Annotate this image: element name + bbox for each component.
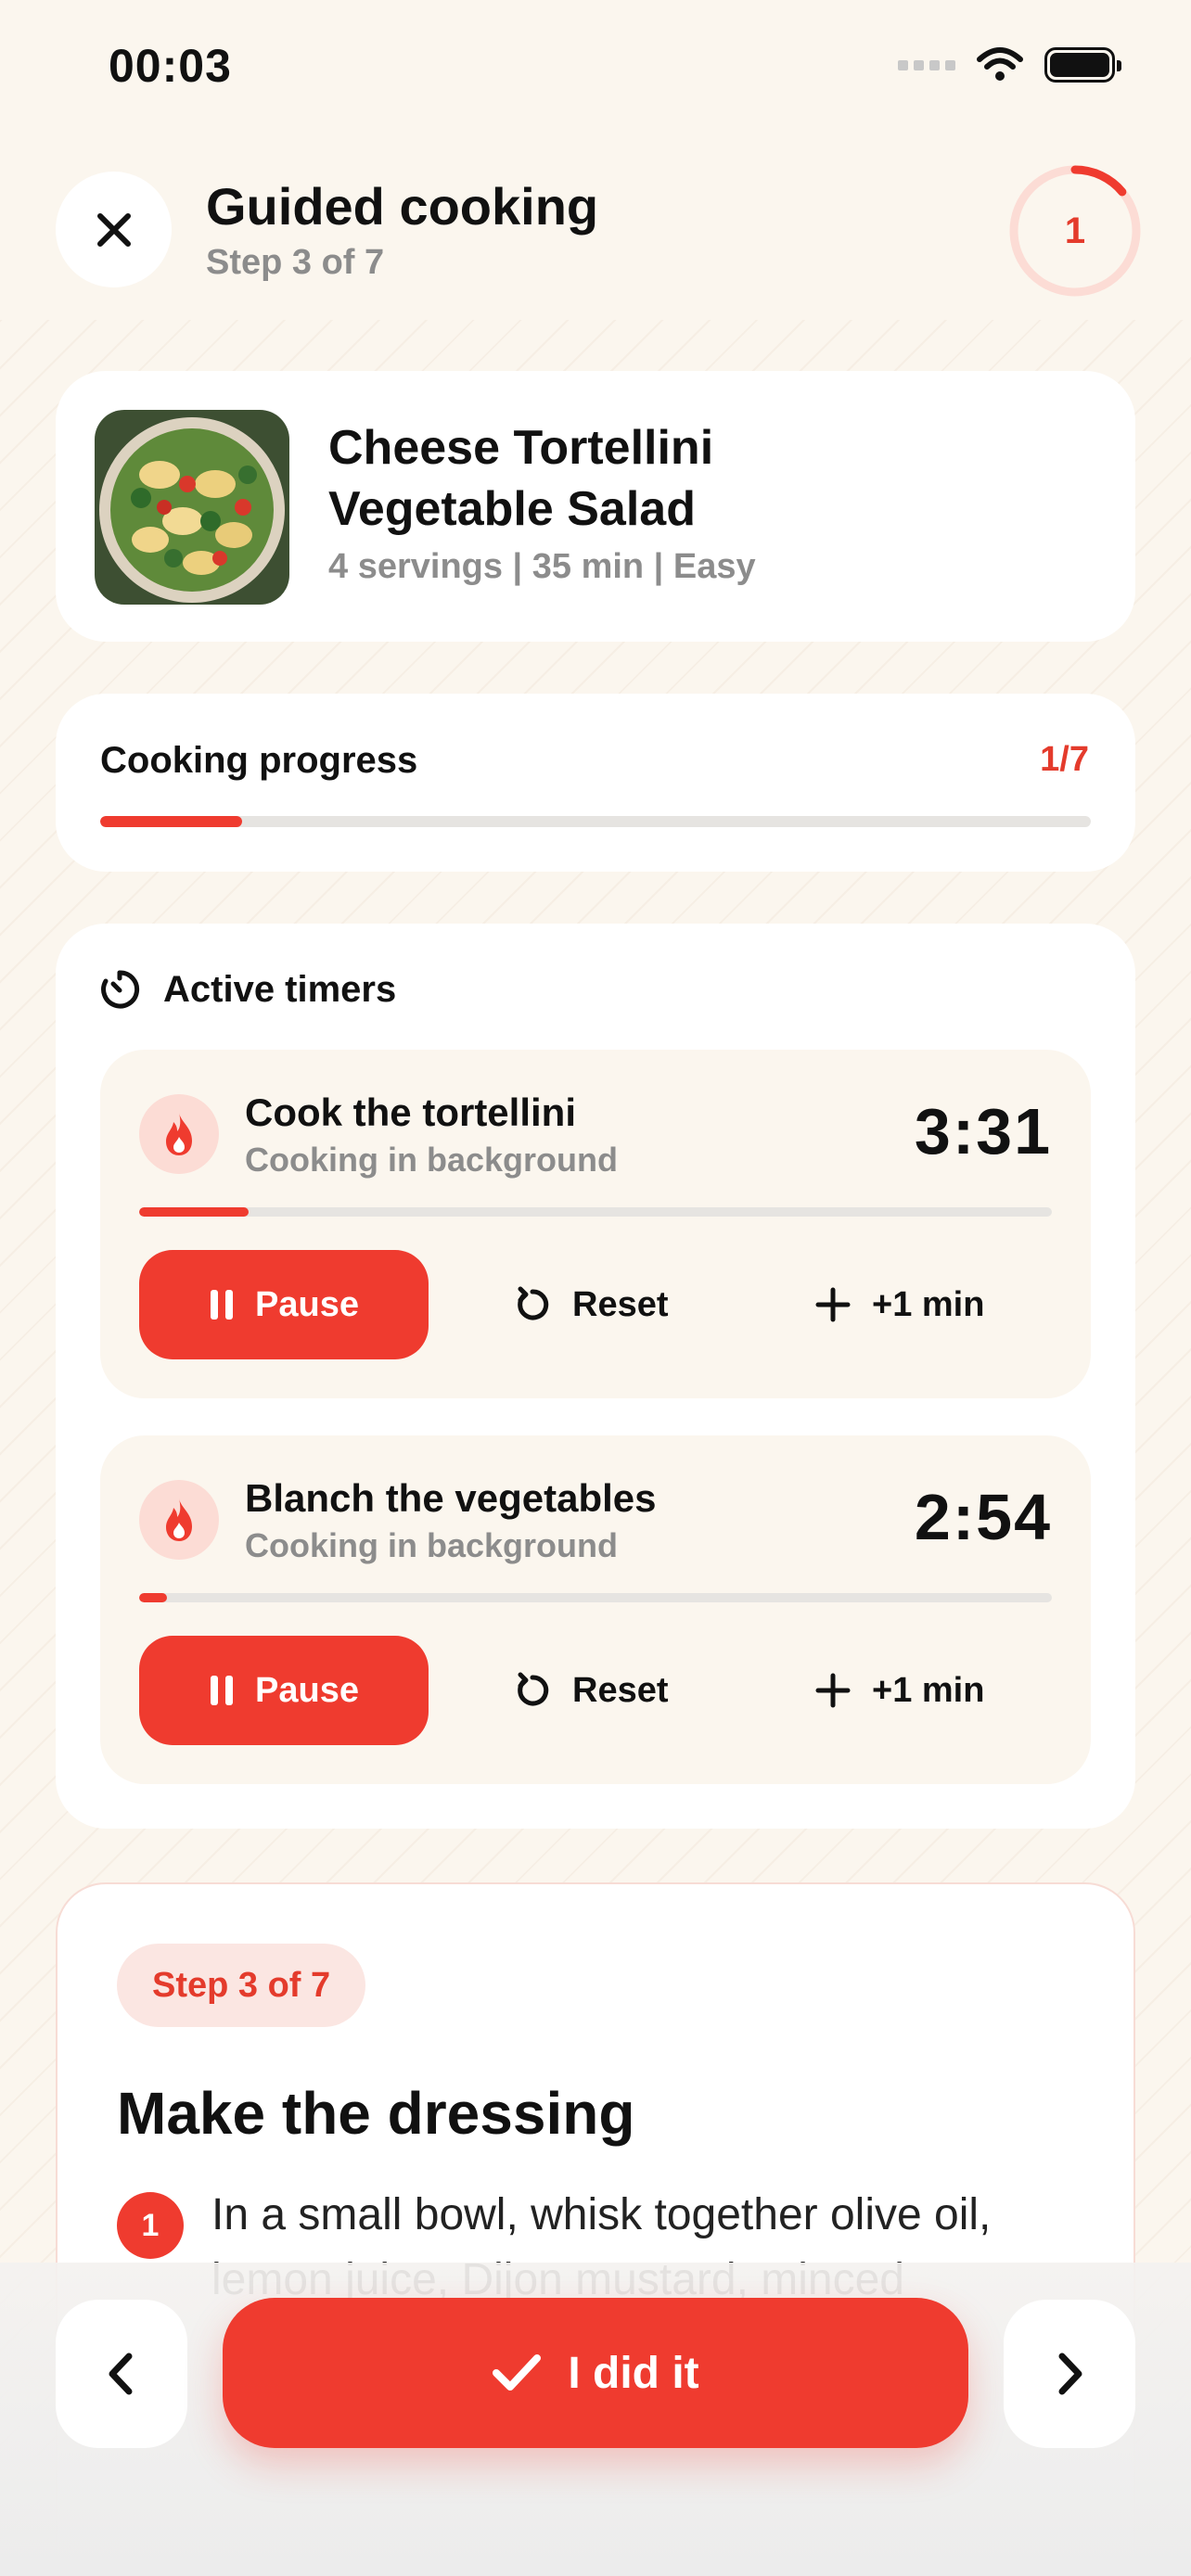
i-did-it-label: I did it	[568, 2348, 699, 2398]
reset-button[interactable]: Reset	[513, 1250, 669, 1359]
timer-name: Blanch the vegetables	[245, 1476, 657, 1520]
timer-name: Cook the tortellini	[245, 1090, 576, 1134]
pause-icon	[211, 1676, 234, 1705]
i-did-it-button[interactable]: I did it	[223, 2298, 968, 2448]
recipe-title-line-1: Cheese Tortellini	[328, 421, 714, 475]
close-icon	[96, 212, 131, 247]
progress-bar	[100, 816, 1091, 827]
pause-button[interactable]: Pause	[139, 1250, 429, 1359]
flame-badge	[139, 1094, 219, 1174]
recipe-card[interactable]: Cheese Tortellini Vegetable Salad 4 serv…	[56, 371, 1135, 642]
recipe-thumbnail	[95, 410, 289, 605]
progress-label: Cooking progress	[100, 740, 418, 781]
recipe-meta: 4 servings | 35 min | Easy	[328, 547, 756, 586]
chevron-left-icon	[109, 2353, 133, 2395]
timers-title: Active timers	[163, 968, 397, 1010]
timer-status: Cooking in background	[245, 1141, 618, 1179]
status-time: 00:03	[109, 40, 232, 92]
reset-icon	[518, 1672, 549, 1706]
page-subtitle: Step 3 of 7	[206, 243, 385, 282]
timer-time: 2:54	[914, 1481, 1052, 1553]
close-button[interactable]	[56, 172, 172, 287]
instruction-number: 1	[117, 2192, 184, 2259]
add-minute-button[interactable]: +1 min	[814, 1250, 984, 1359]
add-minute-label: +1 min	[872, 1670, 985, 1710]
progress-count: 1/7	[1040, 740, 1089, 779]
check-icon	[493, 2354, 542, 2391]
previous-step-button[interactable]	[56, 2300, 187, 2448]
flame-icon	[166, 1113, 192, 1155]
pause-button[interactable]: Pause	[139, 1636, 429, 1745]
status-icons	[898, 46, 1121, 83]
flame-icon	[166, 1498, 192, 1541]
timer-icon	[101, 970, 140, 1009]
battery-icon	[1044, 47, 1121, 83]
progress-bar-fill	[100, 816, 242, 827]
step-badge: Step 3 of 7	[117, 1944, 366, 2027]
next-step-button[interactable]	[1004, 2300, 1135, 2448]
chevron-right-icon	[1058, 2353, 1082, 2395]
page-title: Guided cooking	[206, 177, 599, 236]
recipe-title: Cheese Tortellini Vegetable Salad	[328, 417, 885, 540]
timer-progress-fill	[139, 1207, 250, 1217]
timer-progress-bar	[139, 1207, 1052, 1217]
pause-label: Pause	[255, 1284, 359, 1324]
plus-icon	[815, 1287, 851, 1322]
cellular-signal-icon	[898, 59, 955, 70]
active-timers-card: Active timers Cook the tortellini Cookin…	[56, 924, 1135, 1829]
recipe-title-line-2: Vegetable Salad	[328, 482, 696, 536]
flame-badge	[139, 1480, 219, 1560]
reset-icon	[518, 1286, 549, 1320]
timer-progress-bar	[139, 1593, 1052, 1602]
header: Guided cooking Step 3 of 7 1	[0, 139, 1191, 320]
step-ring-number: 1	[1064, 210, 1086, 251]
cooking-progress-card: Cooking progress 1/7	[56, 694, 1135, 872]
plus-icon	[815, 1673, 851, 1708]
timer-time: 3:31	[914, 1095, 1052, 1167]
pause-icon	[211, 1290, 234, 1320]
status-bar: 00:03	[0, 0, 1191, 139]
step-progress-ring: 1	[1005, 161, 1145, 300]
timer-status: Cooking in background	[245, 1526, 618, 1564]
wifi-icon	[977, 47, 1023, 81]
timer-item: Blanch the vegetables Cooking in backgro…	[100, 1435, 1091, 1784]
reset-label: Reset	[572, 1284, 669, 1324]
reset-button[interactable]: Reset	[513, 1636, 669, 1745]
reset-label: Reset	[572, 1670, 669, 1710]
timers-header: Active timers	[98, 968, 396, 1011]
step-title: Make the dressing	[117, 2080, 635, 2147]
add-minute-label: +1 min	[872, 1284, 985, 1324]
timer-progress-fill	[139, 1593, 167, 1602]
timer-item: Cook the tortellini Cooking in backgroun…	[100, 1050, 1091, 1398]
pause-label: Pause	[255, 1670, 359, 1710]
add-minute-button[interactable]: +1 min	[814, 1636, 984, 1745]
